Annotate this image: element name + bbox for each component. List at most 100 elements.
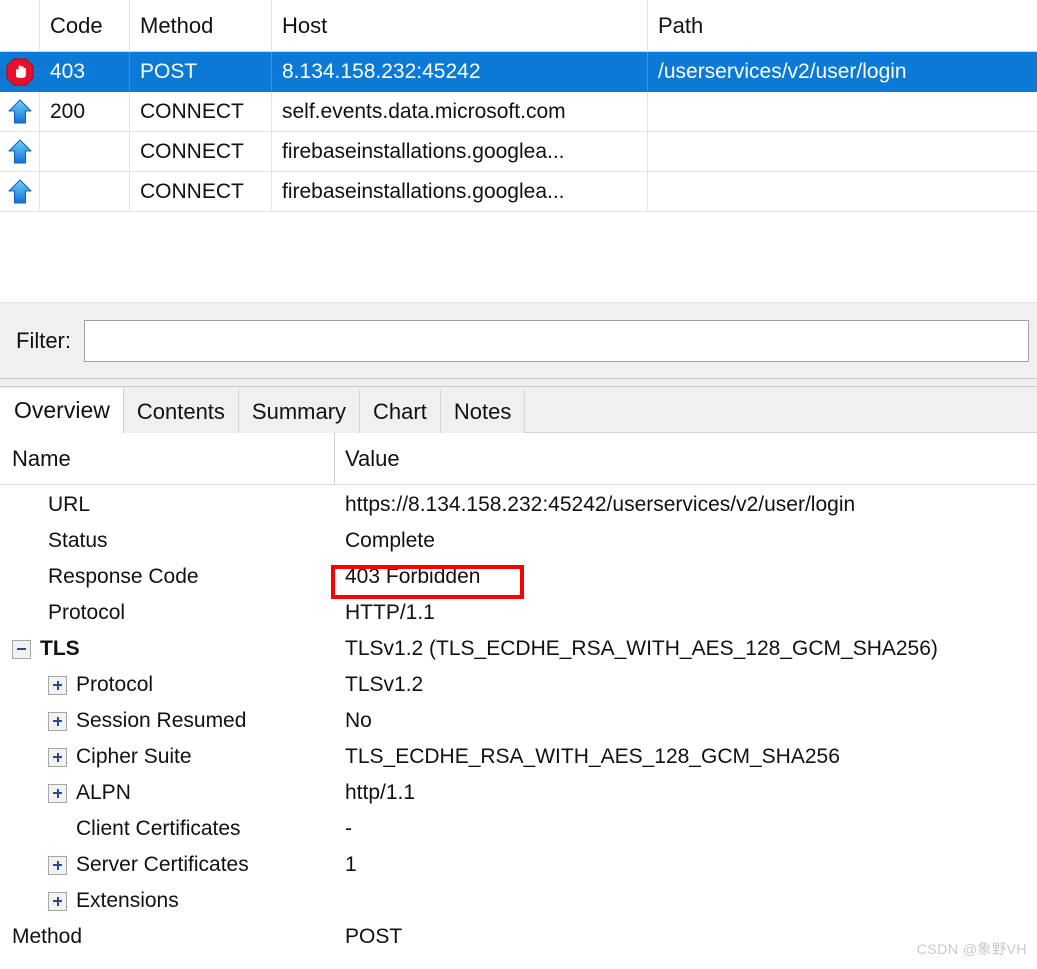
filter-bar: Filter: <box>0 302 1037 378</box>
tab-notes[interactable]: Notes <box>440 389 526 433</box>
session-icon-cell <box>0 132 40 171</box>
table-row[interactable]: CONNECT firebaseinstallations.googlea... <box>0 172 1037 212</box>
cell-method: CONNECT <box>130 172 272 211</box>
column-header-value[interactable]: Value <box>335 433 1037 484</box>
tree-row-status[interactable]: Status Complete <box>0 523 1037 559</box>
cell-path <box>648 132 1037 171</box>
tree-row-server-certificates[interactable]: Server Certificates 1 <box>0 847 1037 883</box>
tab-contents[interactable]: Contents <box>123 389 239 433</box>
tree-row-label-wrap: Protocol <box>0 667 335 703</box>
column-header-name[interactable]: Name <box>0 433 335 484</box>
column-header-code[interactable]: Code <box>40 0 130 52</box>
tree-row-tls-protocol[interactable]: Protocol TLSv1.2 <box>0 667 1037 703</box>
tree-row-value: TLSv1.2 <box>345 673 424 696</box>
expand-plus-icon[interactable] <box>48 747 67 767</box>
filter-input[interactable] <box>84 319 1029 362</box>
tree-row-value: TLSv1.2 (TLS_ECDHE_RSA_WITH_AES_128_GCM_… <box>345 637 938 660</box>
tree-row-method[interactable]: Method POST <box>0 919 1037 955</box>
tree-row-value <box>335 883 1037 919</box>
tree-row-value: Complete <box>345 529 435 552</box>
no-toggle-spacer <box>48 820 67 839</box>
tree-row-label: Client Certificates <box>76 817 241 840</box>
session-icon-cell <box>0 52 40 91</box>
cell-code <box>40 172 130 211</box>
column-header-method[interactable]: Method <box>130 0 272 52</box>
expand-plus-icon[interactable] <box>48 855 67 875</box>
blue-up-arrow-icon <box>5 137 35 167</box>
tree-row-label: TLS <box>40 637 80 660</box>
tree-row-label: Server Certificates <box>76 853 249 876</box>
watermark-text: CSDN @象野VH <box>916 941 1027 957</box>
tab-overview[interactable]: Overview <box>0 387 124 433</box>
tree-row-label-wrap: Session Resumed <box>0 703 335 739</box>
tree-row-client-certificates[interactable]: Client Certificates - <box>0 811 1037 847</box>
cell-code: 200 <box>40 92 130 131</box>
session-icon-cell <box>0 92 40 131</box>
cell-method: CONNECT <box>130 92 272 131</box>
cell-host: 8.134.158.232:45242 <box>272 52 648 91</box>
tabstrip-filler <box>525 389 1037 433</box>
tree-row-label: Session Resumed <box>76 709 247 732</box>
cell-host: self.events.data.microsoft.com <box>272 92 648 131</box>
panel-splitter[interactable] <box>0 378 1037 387</box>
stop-hand-icon <box>5 57 35 87</box>
tree-row-protocol[interactable]: Protocol HTTP/1.1 <box>0 595 1037 631</box>
session-list-grid[interactable]: Code Method Host Path 403 POST 8.134.158… <box>0 0 1037 302</box>
tree-row-label-wrap: TLS <box>0 631 335 667</box>
table-row[interactable]: 403 POST 8.134.158.232:45242 /userservic… <box>0 52 1037 92</box>
tab-summary[interactable]: Summary <box>238 389 361 433</box>
tree-row-url[interactable]: URL https://8.134.158.232:45242/userserv… <box>0 487 1037 523</box>
inspector-tabstrip: Overview Contents Summary Chart Notes <box>0 387 1037 433</box>
session-grid-header: Code Method Host Path <box>0 0 1037 52</box>
cell-path: /userservices/v2/user/login <box>658 59 907 83</box>
tree-row-value: 1 <box>345 853 357 876</box>
tree-row-value: http/1.1 <box>345 781 416 804</box>
tree-row-alpn[interactable]: ALPN http/1.1 <box>0 775 1037 811</box>
detail-header: Name Value <box>0 433 1037 485</box>
tree-row-response-code[interactable]: Response Code 403 Forbidden <box>0 559 1037 595</box>
tree-row-value: - <box>345 817 352 840</box>
tree-row-label: URL <box>48 493 91 516</box>
blue-up-arrow-icon <box>5 97 35 127</box>
tree-row-label: Protocol <box>76 673 154 696</box>
tree-row-label-wrap: Cipher Suite <box>0 739 335 775</box>
collapse-minus-icon[interactable] <box>12 639 31 659</box>
tree-row-value: https://8.134.158.232:45242/userservices… <box>345 493 856 516</box>
tree-row-extensions[interactable]: Extensions <box>0 883 1037 919</box>
overview-detail-panel: Name Value URL https://8.134.158.232:452… <box>0 433 1037 969</box>
tree-row-session-resumed[interactable]: Session Resumed No <box>0 703 1037 739</box>
tree-row-label-wrap: Client Certificates <box>0 811 335 847</box>
cell-method: POST <box>130 52 272 91</box>
column-header-host[interactable]: Host <box>272 0 648 52</box>
blue-up-arrow-icon <box>5 177 35 207</box>
tree-row-label-wrap: Extensions <box>0 883 335 919</box>
tree-row-label: Protocol <box>48 601 126 624</box>
filter-label: Filter: <box>16 327 71 353</box>
tree-row-label-wrap: ALPN <box>0 775 335 811</box>
session-icon-cell <box>0 172 40 211</box>
expand-plus-icon[interactable] <box>48 675 67 695</box>
cell-path <box>648 92 1037 131</box>
cell-code: 403 <box>40 52 130 91</box>
cell-method: CONNECT <box>130 132 272 171</box>
expand-plus-icon[interactable] <box>48 891 67 911</box>
expand-plus-icon[interactable] <box>48 711 67 731</box>
cell-code <box>40 132 130 171</box>
tree-row-label: ALPN <box>76 781 131 804</box>
tree-row-label: Status <box>48 529 108 552</box>
tree-row-value: HTTP/1.1 <box>345 601 435 624</box>
tree-row-value: TLS_ECDHE_RSA_WITH_AES_128_GCM_SHA256 <box>345 745 840 768</box>
cell-host: firebaseinstallations.googlea... <box>272 132 648 171</box>
tree-row-cipher-suite[interactable]: Cipher Suite TLS_ECDHE_RSA_WITH_AES_128_… <box>0 739 1037 775</box>
tab-chart[interactable]: Chart <box>360 389 441 433</box>
table-row[interactable]: CONNECT firebaseinstallations.googlea... <box>0 132 1037 172</box>
fiddler-window: Code Method Host Path 403 POST 8.134.158… <box>0 0 1037 969</box>
table-row[interactable]: 200 CONNECT self.events.data.microsoft.c… <box>0 92 1037 132</box>
tree-row-label: Method <box>12 925 83 948</box>
expand-plus-icon[interactable] <box>48 783 67 803</box>
column-header-icon[interactable] <box>0 0 40 52</box>
cell-path <box>648 172 1037 211</box>
tree-row-tls[interactable]: TLS TLSv1.2 (TLS_ECDHE_RSA_WITH_AES_128_… <box>0 631 1037 667</box>
cell-host: firebaseinstallations.googlea... <box>272 172 648 211</box>
column-header-path[interactable]: Path <box>648 0 1037 52</box>
